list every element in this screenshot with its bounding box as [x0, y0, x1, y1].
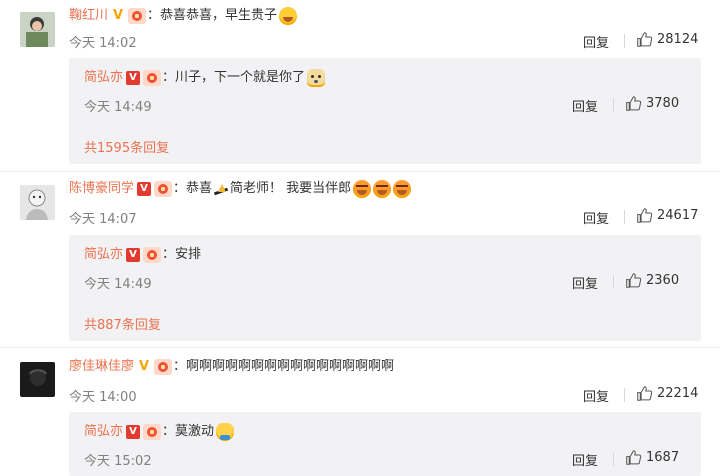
level-badge-icon	[154, 359, 173, 375]
gold-v-badge-icon: V	[112, 8, 124, 23]
colon: ：	[147, 8, 161, 23]
red-v-badge-icon: V	[126, 425, 141, 439]
gold-v-badge-icon: V	[138, 359, 150, 374]
username-link[interactable]: 简弘亦	[84, 66, 123, 90]
username-link[interactable]: 陈博豪同学	[69, 177, 134, 201]
reply-time: 今天 14:49	[84, 100, 152, 115]
reply-box: 简弘亦 V ： 安排 今天 14:49 回复 2360 共887条回复	[69, 235, 701, 341]
colon: ：	[162, 424, 176, 439]
clapping-emoji-icon	[216, 423, 235, 441]
avatar[interactable]	[20, 362, 55, 397]
like-count: 28124	[657, 32, 699, 47]
username-link[interactable]: 简弘亦	[84, 420, 123, 444]
divider	[624, 210, 625, 224]
like-button[interactable]: 24617	[636, 207, 698, 224]
colon: ：	[173, 181, 187, 196]
colon: ：	[162, 247, 176, 262]
like-count: 1687	[646, 450, 680, 465]
like-button[interactable]: 2360	[625, 272, 679, 289]
reply-box: 简弘亦 V ： 莫激动 今天 15:02 回复 1687	[69, 412, 701, 476]
angry-emoji-icon	[393, 180, 412, 198]
like-count: 2360	[646, 273, 680, 288]
avatar[interactable]	[20, 12, 55, 47]
reply-button[interactable]: 回复	[583, 32, 609, 51]
thumbs-up-icon	[626, 450, 642, 465]
more-replies-link[interactable]: 共1595条回复	[84, 137, 169, 156]
level-badge-icon	[143, 70, 162, 86]
reply-button[interactable]: 回复	[572, 273, 598, 292]
level-badge-icon	[143, 424, 162, 440]
like-button[interactable]: 22214	[636, 385, 698, 402]
level-badge-icon	[143, 247, 162, 263]
more-replies-link[interactable]: 共887条回复	[84, 314, 161, 333]
reply-line: 简弘亦 V ： 莫激动	[84, 420, 235, 444]
comment-divider	[0, 171, 720, 172]
username-link[interactable]: 鞠红川	[69, 4, 108, 28]
reply-line: 简弘亦 V ： 安排	[84, 243, 201, 267]
angry-emoji-icon	[373, 180, 392, 198]
thumbs-up-icon	[637, 386, 653, 401]
colon: ：	[173, 359, 187, 374]
red-v-badge-icon: V	[126, 248, 141, 262]
comment-text: 啊啊啊啊啊啊啊啊啊啊啊啊啊啊啊啊	[186, 359, 395, 374]
reply-line: 简弘亦 V ： 川子，下一个就是你了	[84, 66, 326, 90]
comment-text: 恭喜恭喜，早生贵子	[160, 8, 278, 23]
red-v-badge-icon: V	[137, 182, 152, 196]
angry-emoji-icon	[353, 180, 372, 198]
username-link[interactable]: 简弘亦	[84, 243, 123, 267]
divider	[613, 275, 614, 289]
reply-button[interactable]: 回复	[572, 96, 598, 115]
reply-text: 安排	[175, 247, 202, 262]
reply-button[interactable]: 回复	[583, 386, 609, 405]
reply-text: 川子，下一个就是你了	[175, 70, 306, 85]
reply-box: 简弘亦 V ： 川子，下一个就是你了 今天 14:49 回复 3780 共159…	[69, 58, 701, 164]
thumbs-up-icon	[626, 96, 642, 111]
avatar[interactable]	[20, 185, 55, 220]
level-badge-icon	[154, 181, 173, 197]
like-button[interactable]: 1687	[625, 449, 679, 466]
reply-time: 今天 14:49	[84, 277, 152, 292]
reply-button[interactable]: 回复	[572, 450, 598, 469]
reply-button[interactable]: 回复	[583, 208, 609, 227]
comment-line: 鞠红川 V ： 恭喜恭喜，早生贵子	[69, 4, 298, 28]
divider	[624, 388, 625, 402]
reply-text: 莫激动	[175, 424, 215, 439]
comment-line: 陈博豪同学 V ： 恭喜 简老师！ 我要当伴郎	[69, 177, 412, 201]
username-link[interactable]: 廖佳琳佳廖	[69, 355, 134, 379]
level-badge-icon	[128, 8, 147, 24]
thumbs-up-icon	[637, 32, 653, 47]
comment-time: 今天 14:00	[69, 390, 137, 405]
divider	[613, 452, 614, 466]
like-count: 22214	[657, 386, 699, 401]
comment-time: 今天 14:02	[69, 36, 137, 51]
reply-time: 今天 15:02	[84, 454, 152, 469]
like-button[interactable]: 28124	[636, 31, 698, 48]
comment-time: 今天 14:07	[69, 212, 137, 227]
thumbs-up-icon	[637, 208, 653, 223]
dog-emoji-icon	[307, 69, 326, 87]
red-v-badge-icon: V	[126, 71, 141, 85]
like-count: 3780	[646, 96, 680, 111]
comment-line: 廖佳琳佳廖 V ： 啊啊啊啊啊啊啊啊啊啊啊啊啊啊啊啊	[69, 355, 394, 379]
like-button[interactable]: 3780	[625, 95, 679, 112]
divider	[613, 98, 614, 112]
divider	[624, 34, 625, 48]
thumbs-up-icon	[626, 273, 642, 288]
like-count: 24617	[657, 208, 699, 223]
comment-text-before: 恭喜	[186, 181, 213, 196]
colon: ：	[162, 70, 176, 85]
comment-text-after: 简老师！ 我要当伴郎	[230, 181, 352, 196]
graduation-hat-emoji-icon	[213, 181, 229, 197]
laughing-emoji-icon	[279, 7, 298, 25]
comment-divider	[0, 347, 720, 348]
